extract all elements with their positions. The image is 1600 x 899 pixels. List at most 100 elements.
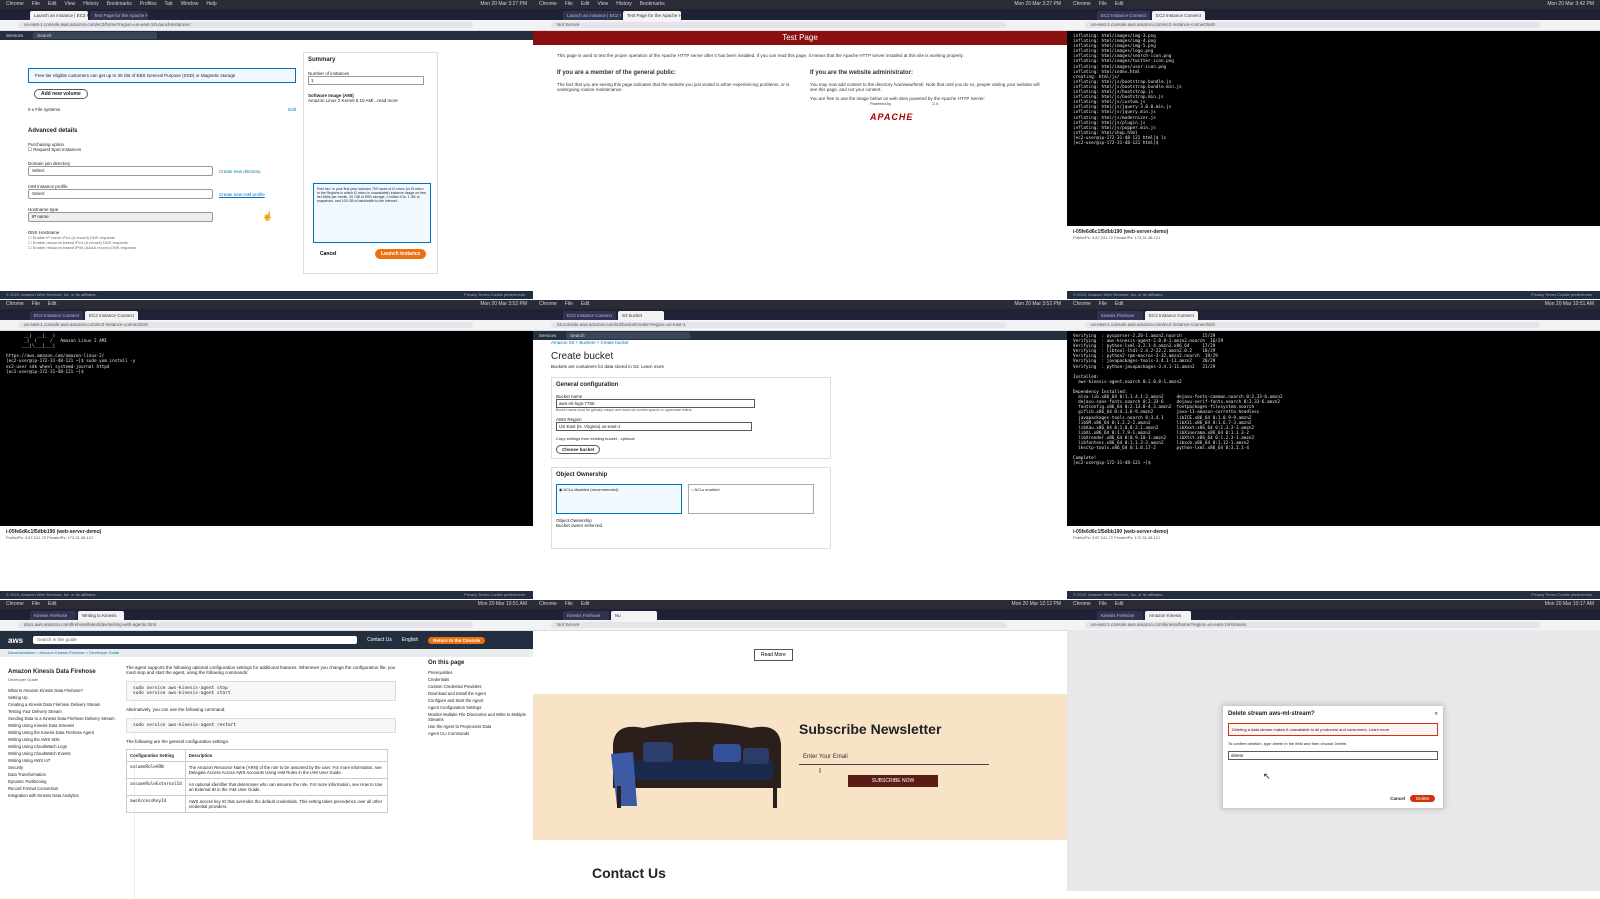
url-field[interactable]: us-east-1.console.aws.amazon.com/kinesis… (1085, 622, 1540, 628)
sidebar-item[interactable]: Sending Data to a Kinesis Data Firehose … (8, 716, 126, 721)
tab-active[interactable]: EC2 Instance Connect (1145, 311, 1199, 320)
services-menu[interactable]: Services (6, 31, 23, 40)
address-bar[interactable]: Not Secure (533, 20, 1067, 31)
aws-logo[interactable]: aws (8, 636, 23, 645)
bucket-name-input[interactable]: aws-ml-logs-7756 (556, 399, 755, 408)
edit-link[interactable]: Edit (288, 107, 296, 112)
sidebar-item[interactable]: Data Transformation (8, 772, 126, 777)
address-bar[interactable]: us-east-1.console.aws.amazon.com/ec2-ins… (0, 320, 533, 331)
cancel-button[interactable]: Cancel (320, 251, 336, 257)
sidebar-item[interactable]: Creating a Kinesis Data Firehose Deliver… (8, 702, 126, 707)
menu-file[interactable]: File (32, 1, 40, 7)
subscribe-button[interactable]: SUBSCRIBE NOW (848, 775, 938, 787)
menu-profiles[interactable]: Profiles (140, 1, 157, 7)
toc-item[interactable]: Monitor Multiple File Directories and Wr… (428, 712, 528, 722)
instances-input[interactable]: 1 (308, 76, 424, 85)
confirm-input[interactable]: delete (1228, 751, 1438, 760)
tab-active[interactable]: EC2 Instance Connect (85, 311, 139, 320)
url-field[interactable]: us-east-1.console.aws.amazon.com/ec2/hom… (18, 22, 473, 28)
menu-tab[interactable]: Tab (165, 1, 173, 7)
address-bar[interactable]: Not Secure (533, 620, 1067, 631)
tab-active[interactable]: S3 bucket (618, 311, 665, 320)
address-bar[interactable]: docs.aws.amazon.com/firehose/latest/dev/… (0, 620, 533, 631)
url-field[interactable]: Not Secure (551, 22, 1007, 28)
menu-bookmarks[interactable]: Bookmarks (107, 1, 132, 7)
iam-profile-select[interactable]: Select (28, 189, 213, 199)
tab-launch-instance[interactable]: Launch an instance | EC2 M... (563, 11, 621, 20)
tab-active[interactable]: Amazon Kinesis (1145, 611, 1191, 620)
services-menu[interactable]: Services (539, 331, 556, 340)
address-bar[interactable]: s3.console.aws.amazon.com/s3/bucket/crea… (533, 320, 1067, 331)
console-search[interactable]: Search (566, 332, 691, 339)
tab[interactable]: Kinesis Firehose (1097, 611, 1143, 620)
create-directory-link[interactable]: Create new directory (219, 169, 261, 174)
advanced-details-heading[interactable]: Advanced details (28, 128, 296, 134)
menu-chrome[interactable]: Chrome (6, 1, 24, 7)
console-search[interactable]: Search (33, 32, 158, 39)
terminal-output[interactable]: inflating: html/images/img-3.png inflatin… (1067, 31, 1600, 226)
sidebar-item[interactable]: Writing Using the Kinesis Data Firehose … (8, 730, 126, 735)
tab-apache[interactable]: Test Page for the Apache HTT... (90, 11, 148, 20)
toc-item[interactable]: Custom Credential Providers (428, 684, 528, 689)
tab-active[interactable]: Writing to Kinesis (78, 611, 124, 620)
address-bar[interactable]: us-east-1.console.aws.amazon.com/ec2-ins… (1067, 320, 1600, 331)
tab-active[interactable]: EC2 Instance Connect (1152, 11, 1206, 20)
sidebar-item[interactable]: Writing Using CloudWatch Events (8, 751, 126, 756)
toc-item[interactable]: Use the Agent to Preprocess Data (428, 724, 528, 729)
tab[interactable]: EC2 Instance Connect (1097, 11, 1151, 20)
dns-option-3[interactable]: ☐ Enable resource-based IPv6 (AAAA recor… (28, 245, 296, 250)
terminal-output[interactable]: __| __|_ ) _| ( / Amazon Linux 2 AMI ___… (0, 331, 533, 526)
menu-help[interactable]: Help (206, 1, 216, 7)
toc-item[interactable]: Credentials (428, 677, 528, 682)
sidebar-item[interactable]: Writing Using CloudWatch Logs (8, 744, 126, 749)
tab[interactable]: Kinesis Firehose (563, 611, 609, 620)
menu-edit[interactable]: Edit (48, 1, 57, 7)
tab[interactable]: EC2 Instance Connect (30, 311, 84, 320)
sidebar-item[interactable]: Integration with Kinesis Data Analytics (8, 793, 126, 798)
code-block-1[interactable]: sudo service aws-kinesis-agent stop sudo… (126, 681, 396, 701)
domain-join-select[interactable]: Select (28, 166, 213, 176)
tab-launch-instance[interactable]: Launch an instance | EC2 M... (30, 11, 88, 20)
cancel-button[interactable]: Cancel (1390, 796, 1405, 801)
sidebar-item[interactable]: Writing Using AWS IoT (8, 758, 126, 763)
address-bar[interactable]: us-east-1.console.aws.amazon.com/ec2/hom… (0, 20, 533, 31)
url-field[interactable]: us-east-1.console.aws.amazon.com/ec2-ins… (1085, 322, 1540, 328)
docs-search-input[interactable]: Search in this guide (33, 636, 358, 644)
delete-button[interactable]: Delete (1409, 795, 1435, 802)
menu-history[interactable]: History (83, 1, 99, 7)
contact-link[interactable]: Contact Us (367, 637, 392, 643)
email-input[interactable]: Enter Your Email (799, 750, 989, 765)
sidebar-item[interactable]: Security (8, 765, 126, 770)
url-field[interactable]: s3.console.aws.amazon.com/s3/bucket/crea… (551, 322, 1007, 328)
tab[interactable]: Kinesis Firehose (1097, 311, 1143, 320)
close-icon[interactable]: ✕ (1434, 711, 1438, 717)
choose-bucket-button[interactable]: Choose bucket (556, 445, 601, 454)
breadcrumb[interactable]: Amazon S3 > Buckets > Create bucket (551, 340, 1051, 345)
url-field[interactable]: us-east-1.console.aws.amazon.com/ec2-ins… (18, 322, 473, 328)
tab[interactable]: Kinesis Firehose (30, 611, 76, 620)
acl-disabled-radio[interactable]: ◉ ACLs disabled (recommended) (556, 484, 682, 514)
toc-item[interactable]: Download and Install the Agent (428, 691, 528, 696)
tab-apache[interactable]: Test Page for the Apache HTT... (623, 11, 681, 20)
language-select[interactable]: English (402, 637, 418, 643)
toc-item[interactable]: Configure and Start the Agent (428, 698, 528, 703)
toc-item[interactable]: Agent CLI Commands (428, 731, 528, 736)
sidebar-item[interactable]: Dynamic Partitioning (8, 779, 126, 784)
tab-active[interactable]: Nu (611, 611, 657, 620)
toc-item[interactable]: Prerequisites (428, 670, 528, 675)
return-console-button[interactable]: Return to the Console (428, 636, 486, 644)
launch-instance-button[interactable]: Launch instance (375, 249, 427, 259)
add-volume-button[interactable]: Add new volume (34, 89, 88, 99)
sidebar-item[interactable]: Record Format Conversion (8, 786, 126, 791)
sidebar-item[interactable]: Setting Up (8, 695, 126, 700)
tab[interactable]: EC2 Instance Connect (563, 311, 617, 320)
region-select[interactable]: US East (N. Virginia) us-east-1 (556, 422, 752, 431)
toc-item[interactable]: Agent Configuration Settings (428, 705, 528, 710)
sidebar-item[interactable]: What Is Amazon Kinesis Data Firehose? (8, 688, 126, 693)
url-field[interactable]: us-east-1.console.aws.amazon.com/ec2-ins… (1085, 22, 1540, 28)
spot-checkbox[interactable]: ☐ Request Spot Instances (28, 147, 296, 153)
address-bar[interactable]: us-east-1.console.aws.amazon.com/ec2-ins… (1067, 20, 1600, 31)
url-field[interactable]: docs.aws.amazon.com/firehose/latest/dev/… (18, 622, 473, 628)
menu-window[interactable]: Window (181, 1, 199, 7)
menu-view[interactable]: View (64, 1, 75, 7)
